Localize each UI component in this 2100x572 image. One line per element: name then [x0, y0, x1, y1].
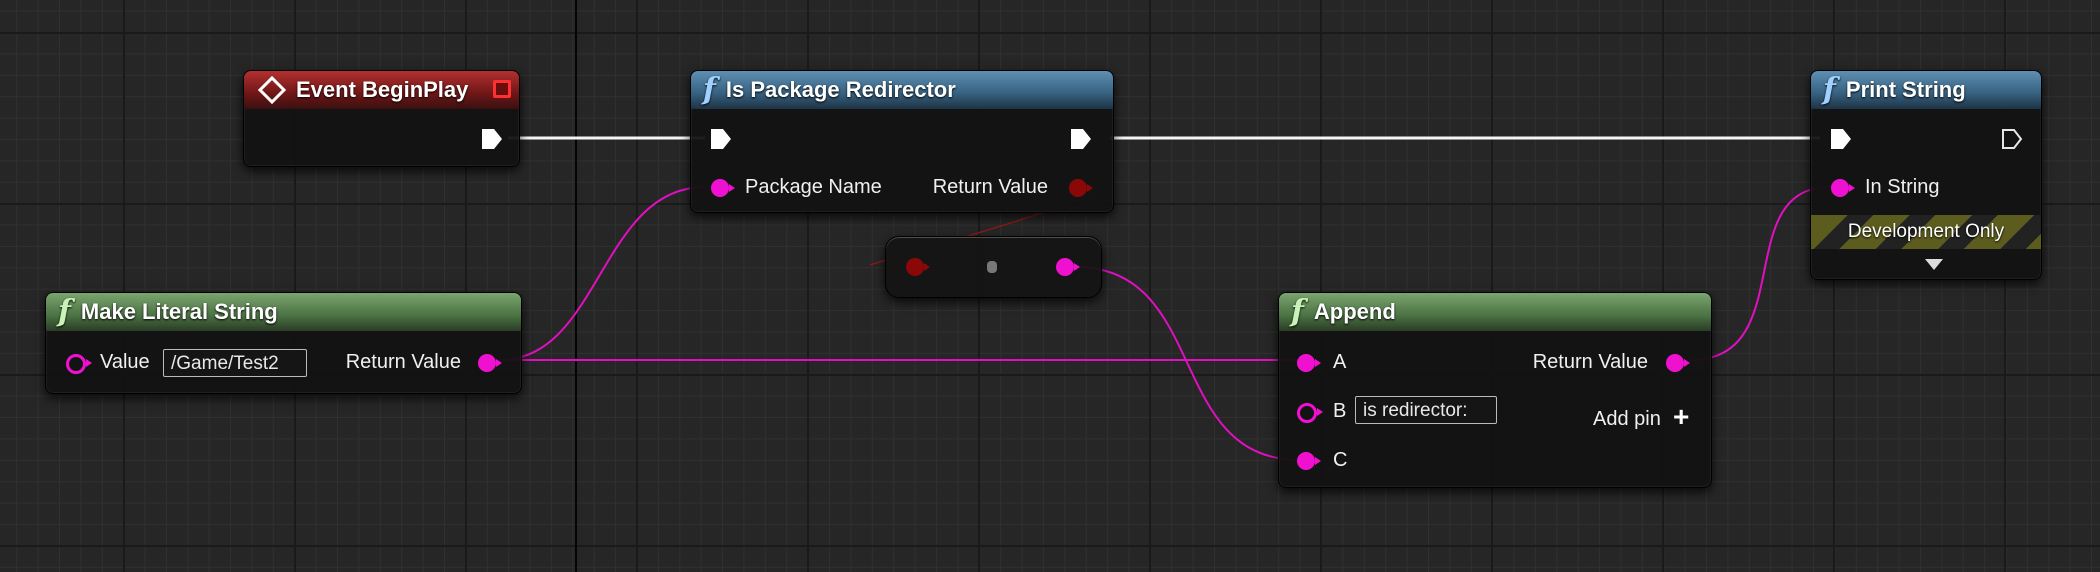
in-string-pin[interactable]	[1831, 179, 1855, 197]
append-node[interactable]: f Append A Return Value B is redirector:…	[1278, 292, 1712, 488]
is-package-redirector-header[interactable]: f Is Package Redirector	[691, 71, 1113, 109]
pin-a-label: A	[1333, 351, 1347, 373]
pin-b-label: B	[1333, 400, 1347, 422]
pin-c-label: C	[1333, 449, 1348, 471]
package-name-pin[interactable]	[711, 179, 735, 197]
value-input[interactable]: /Game/Test2	[163, 349, 307, 377]
in-string-label: In String	[1865, 176, 1940, 198]
event-begin-play-title: Event BeginPlay	[296, 77, 469, 102]
pin-c[interactable]	[1297, 452, 1321, 470]
print-string-node[interactable]: f Print String In String Development Onl…	[1810, 70, 2042, 280]
value-label: Value	[100, 351, 150, 373]
reroute-out-pin[interactable]	[1056, 258, 1080, 276]
pin-b[interactable]	[1297, 403, 1323, 423]
stop-icon	[493, 80, 511, 98]
make-literal-string-title: Make Literal String	[80, 299, 278, 324]
add-pin-plus-icon[interactable]: +	[1673, 401, 1689, 433]
exec-out-pin[interactable]	[1071, 129, 1091, 149]
expand-arrow-icon[interactable]	[1925, 259, 1943, 270]
reroute-node[interactable]	[885, 236, 1102, 298]
function-icon: f	[703, 72, 716, 107]
pin-a[interactable]	[1297, 354, 1321, 372]
exec-in-pin[interactable]	[711, 129, 731, 149]
function-icon: f	[1291, 294, 1304, 329]
make-literal-string-node[interactable]: f Make Literal String Value /Game/Test2 …	[45, 292, 522, 394]
print-string-title: Print String	[1845, 77, 1966, 102]
function-icon: f	[58, 294, 71, 329]
return-value-pin[interactable]	[478, 354, 502, 372]
exec-out-pin[interactable]	[482, 129, 502, 149]
make-literal-string-header[interactable]: f Make Literal String	[46, 293, 521, 331]
return-value-label: Return Value	[345, 351, 461, 373]
function-icon: f	[1823, 72, 1836, 107]
event-begin-play-header[interactable]: Event BeginPlay	[244, 71, 519, 109]
return-value-label: Return Value	[932, 176, 1048, 198]
append-title: Append	[1313, 299, 1396, 324]
exec-in-pin[interactable]	[1831, 129, 1851, 149]
wire-reroute-to-append-c	[1074, 266, 1301, 461]
is-package-redirector-node[interactable]: f Is Package Redirector Package Name Ret…	[690, 70, 1114, 213]
value-pin[interactable]	[66, 354, 92, 374]
reroute-in-pin[interactable]	[906, 258, 930, 276]
add-pin-label[interactable]: Add pin	[1593, 408, 1661, 431]
event-diamond-icon	[257, 75, 287, 105]
return-value-label: Return Value	[1532, 351, 1648, 373]
package-name-label: Package Name	[745, 176, 882, 198]
development-only-label: Development Only	[1847, 221, 2005, 242]
append-header[interactable]: f Append	[1279, 293, 1711, 331]
pin-b-input[interactable]: is redirector:	[1355, 396, 1497, 424]
print-string-header[interactable]: f Print String	[1811, 71, 2041, 109]
return-value-pin[interactable]	[1666, 354, 1690, 372]
wire-literal-to-package-name	[499, 186, 706, 361]
event-begin-play-node[interactable]: Event BeginPlay	[243, 70, 520, 167]
reroute-handle[interactable]	[987, 261, 997, 273]
exec-out-pin[interactable]	[2001, 128, 2023, 150]
development-only-banner: Development Only	[1811, 215, 2041, 249]
is-package-redirector-title: Is Package Redirector	[725, 77, 956, 102]
return-value-pin[interactable]	[1069, 179, 1093, 197]
